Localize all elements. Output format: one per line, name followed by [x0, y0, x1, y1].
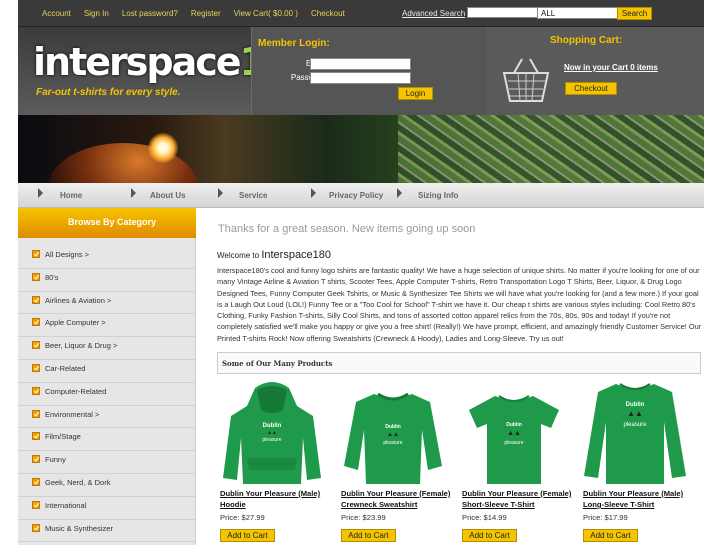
nav-arrow-icon [131, 188, 136, 198]
checkbox-icon [32, 363, 40, 372]
svg-text:▲▲: ▲▲ [387, 432, 399, 438]
checkbox-icon [32, 523, 40, 532]
tagline: Far-out t-shirts for every style. [36, 87, 181, 98]
crewneck-image[interactable]: Dublin ▲▲ pleasure [338, 378, 448, 486]
top-bar: Account Sign In Lost password? Register … [18, 0, 704, 27]
category-item[interactable]: 80's [18, 269, 196, 292]
product-name-link[interactable]: Dublin Your Pleasure (Female) Short-Slee… [462, 488, 580, 510]
sidebar-header: Browse By Category [18, 208, 196, 238]
welcome-heading: Welcome to Interspace180 [217, 249, 332, 261]
category-list: All Designs > 80's Airlines & Aviation >… [18, 246, 196, 543]
checkbox-icon [32, 295, 40, 304]
intro-paragraph: Interspace180's cool and funny logo tshi… [217, 266, 702, 343]
nav-service[interactable]: Service [239, 191, 267, 200]
category-item[interactable]: Car-Related [18, 360, 196, 383]
sun-graphic [148, 133, 178, 163]
category-item[interactable]: Computer-Related [18, 383, 196, 406]
category-select-value: ALL [541, 9, 556, 18]
login-button[interactable]: Login [398, 87, 433, 100]
hoodie-image[interactable]: Dublin ▲▲ pleasure [217, 378, 327, 486]
checkout-link[interactable]: Checkout [311, 9, 345, 18]
password-field[interactable] [310, 72, 411, 84]
svg-text:pleasure: pleasure [623, 422, 647, 428]
nav-about-us[interactable]: About Us [150, 191, 186, 200]
product-price: Price: $14.99 [462, 513, 507, 522]
short-sleeve-tshirt-image[interactable]: Dublin ▲▲ pleasure [459, 378, 569, 486]
sidebar-title: Browse By Category [68, 217, 157, 227]
add-to-cart-button[interactable]: Add to Cart [583, 529, 638, 542]
category-item[interactable]: International [18, 497, 196, 520]
season-notice: Thanks for a great season. New items goi… [218, 223, 476, 235]
product-price: Price: $23.99 [341, 513, 386, 522]
view-cart-link[interactable]: View Cart( $0.00 ) [234, 9, 298, 18]
svg-text:▲▲: ▲▲ [627, 409, 643, 418]
long-sleeve-tshirt-image[interactable]: Dublin ▲▲ pleasure [580, 378, 690, 486]
lost-password-link[interactable]: Lost password? [122, 9, 178, 18]
checkbox-icon [32, 500, 40, 509]
checkbox-icon [32, 409, 40, 418]
cart-items-link[interactable]: Now in your Cart 0 items [564, 63, 658, 72]
checkbox-icon [32, 477, 40, 486]
account-link[interactable]: Account [42, 9, 71, 18]
svg-text:pleasure: pleasure [262, 437, 281, 443]
nav-privacy-policy[interactable]: Privacy Policy [329, 191, 383, 200]
category-item[interactable]: Apple Computer > [18, 314, 196, 338]
main-nav: Home About Us Service Privacy Policy Siz… [18, 183, 704, 208]
svg-text:Dublin: Dublin [263, 423, 282, 429]
sign-in-link[interactable]: Sign In [84, 9, 109, 18]
product-name-link[interactable]: Dublin Your Pleasure (Male) Long-Sleeve … [583, 488, 701, 510]
nav-arrow-icon [38, 188, 43, 198]
product-price: Price: $17.99 [583, 513, 628, 522]
category-item[interactable]: Music & Synthesizer [18, 520, 196, 543]
member-login-title: Member Login: [258, 38, 330, 49]
register-link[interactable]: Register [191, 9, 221, 18]
product-name-link[interactable]: Dublin Your Pleasure (Male) Hoodie [220, 488, 338, 510]
category-item[interactable]: Environmental > [18, 406, 196, 429]
products-title: Some of Our Many Products [222, 359, 333, 368]
add-to-cart-button[interactable]: Add to Cart [341, 529, 396, 542]
nav-sizing-info[interactable]: Sizing Info [418, 191, 458, 200]
svg-text:▲▲: ▲▲ [267, 430, 277, 436]
checkbox-icon [32, 250, 40, 258]
add-to-cart-button[interactable]: Add to Cart [462, 529, 517, 542]
svg-text:pleasure: pleasure [504, 440, 523, 446]
category-item[interactable]: Beer, Liquor & Drug > [18, 337, 196, 360]
nav-arrow-icon [218, 188, 223, 198]
products-section-header: Some of Our Many Products [217, 352, 701, 374]
checkbox-icon [32, 272, 40, 281]
search-button[interactable]: Search [617, 7, 652, 20]
checkbox-icon [32, 386, 40, 395]
nav-home[interactable]: Home [60, 191, 82, 200]
svg-text:Dublin: Dublin [506, 422, 522, 428]
checkout-button[interactable]: Checkout [565, 82, 617, 95]
category-item[interactable]: Geek, Nerd, & Dork [18, 474, 196, 497]
product-name-link[interactable]: Dublin Your Pleasure (Female) Crewneck S… [341, 488, 459, 510]
checkbox-icon [32, 455, 40, 464]
svg-text:▲▲: ▲▲ [507, 430, 521, 437]
city-graphic [398, 115, 704, 183]
category-item[interactable]: Film/Stage [18, 428, 196, 452]
checkbox-icon [32, 432, 40, 441]
svg-text:pleasure: pleasure [383, 440, 402, 446]
nav-arrow-icon [397, 188, 402, 198]
add-to-cart-button[interactable]: Add to Cart [220, 529, 275, 542]
member-login-panel: Member Login: [251, 27, 486, 115]
category-item[interactable]: All Designs > [18, 246, 196, 269]
product-price: Price: $27.99 [220, 513, 265, 522]
shopping-cart-title: Shopping Cart: [550, 35, 623, 46]
svg-text:Dublin: Dublin [626, 402, 645, 408]
top-links: Account Sign In Lost password? Register … [42, 9, 358, 18]
email-field[interactable] [310, 58, 411, 70]
category-item[interactable]: Funny [18, 451, 196, 474]
checkbox-icon [32, 341, 40, 350]
logo-panel: interspace180 Far-out t-shirts for every… [18, 27, 315, 115]
category-sidebar: Browse By Category All Designs > 80's Ai… [18, 208, 196, 545]
checkbox-icon [32, 318, 40, 327]
advanced-search-link[interactable]: Advanced Search [402, 9, 465, 18]
category-item[interactable]: Airlines & Aviation > [18, 292, 196, 315]
header-banner [18, 115, 704, 183]
nav-arrow-icon [311, 188, 316, 198]
svg-text:Dublin: Dublin [385, 424, 401, 430]
shopping-basket-icon[interactable] [500, 55, 552, 103]
